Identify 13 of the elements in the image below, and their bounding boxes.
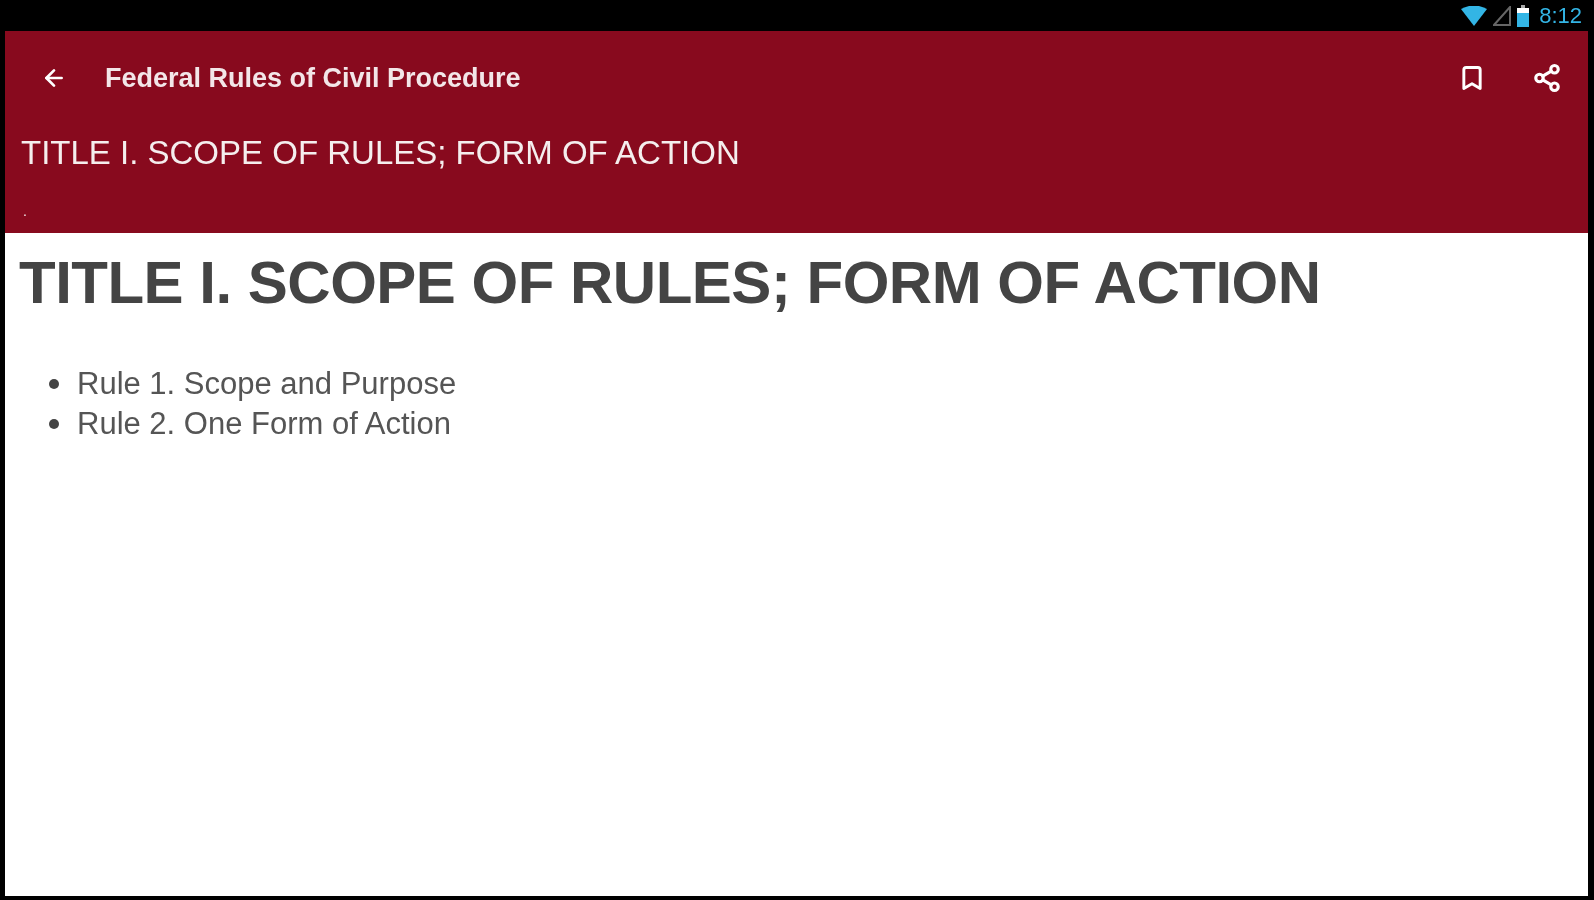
section-subtitle: TITLE I. SCOPE OF RULES; FORM OF ACTION	[20, 133, 741, 173]
wifi-icon	[1461, 5, 1488, 26]
status-time: 8:12	[1539, 4, 1582, 27]
rule-link[interactable]: Rule 2. One Form of Action	[77, 406, 451, 442]
page-heading: TITLE I. SCOPE OF RULES; FORM OF ACTION	[19, 248, 1322, 318]
battery-icon	[1517, 4, 1530, 27]
header-note: .	[22, 204, 28, 218]
toolbar-title: Federal Rules of Civil Procedure	[105, 62, 522, 94]
bullet-icon	[49, 379, 59, 389]
bullet-icon	[49, 419, 59, 429]
signal-icon	[1493, 5, 1512, 26]
share-icon	[1532, 63, 1562, 93]
rule-link[interactable]: Rule 1. Scope and Purpose	[77, 366, 457, 402]
